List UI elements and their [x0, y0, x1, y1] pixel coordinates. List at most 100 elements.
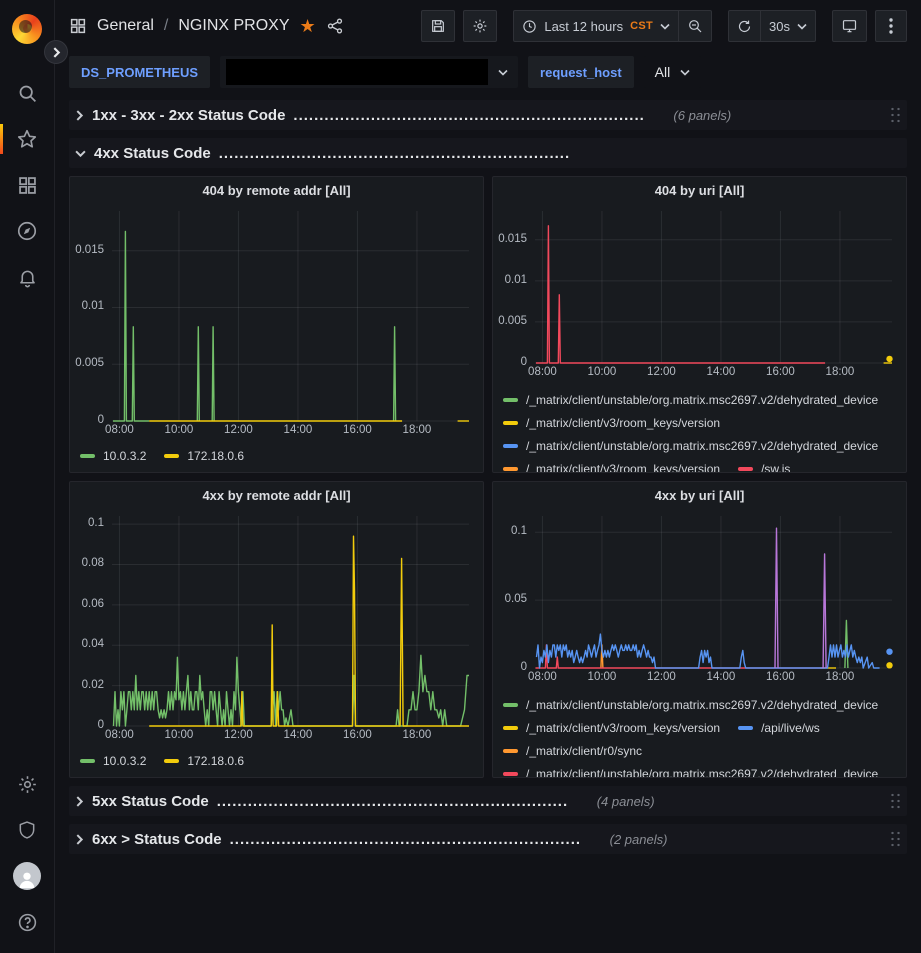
y-axis-tick-label: 0.02	[70, 679, 104, 691]
x-axis-tick-label: 18:00	[816, 366, 864, 378]
dashboard-grid-icon[interactable]	[69, 17, 87, 35]
row-title: 6xx > Status Code	[92, 831, 222, 848]
time-range-picker[interactable]: Last 12 hours CST	[513, 10, 679, 42]
legend-item[interactable]: 172.18.0.6	[164, 446, 244, 466]
row-header-1xx-3xx-2xx[interactable]: 1xx - 3xx - 2xx Status Code ............…	[69, 100, 907, 130]
panel-title[interactable]: 4xx by remote addr [All]	[70, 482, 483, 508]
legend-item[interactable]: /_matrix/client/unstable/org.matrix.msc2…	[503, 388, 878, 411]
chart-canvas	[70, 508, 483, 746]
x-axis-tick-label: 18:00	[816, 671, 864, 683]
row-drag-handle[interactable]	[888, 791, 901, 811]
legend-item[interactable]: /api/live/ws	[738, 716, 820, 739]
panel-404-by-remote-addr: 404 by remote addr [All] 00.0050.010.015…	[69, 176, 484, 473]
tv-mode-button[interactable]	[832, 10, 867, 42]
chevron-down-icon	[680, 69, 690, 76]
legend-item[interactable]: /_matrix/client/v3/room_keys/version	[503, 457, 720, 472]
request-host-variable-label[interactable]: request_host	[528, 56, 634, 88]
legend-item[interactable]: /_matrix/client/unstable/org.matrix.msc2…	[503, 434, 878, 457]
x-axis-tick-label: 10:00	[578, 671, 626, 683]
x-axis-tick-label: 10:00	[155, 729, 203, 741]
dashboard-canvas: 1xx - 3xx - 2xx Status Code ............…	[55, 92, 921, 953]
row-header-5xx[interactable]: 5xx Status Code ........................…	[69, 786, 907, 816]
x-axis-tick-label: 08:00	[95, 424, 143, 436]
bell-icon[interactable]	[0, 254, 55, 300]
gear-icon[interactable]	[0, 761, 55, 807]
row-header-4xx[interactable]: 4xx Status Code ........................…	[69, 138, 907, 168]
dashboard-settings-button[interactable]	[463, 10, 497, 42]
sidebar-bottom	[0, 761, 55, 945]
legend-item[interactable]: /_matrix/client/unstable/org.matrix.msc2…	[503, 693, 878, 716]
monitor-icon	[841, 18, 858, 34]
panel-title[interactable]: 404 by uri [All]	[493, 177, 906, 203]
time-range-controls: Last 12 hours CST	[513, 10, 712, 42]
share-icon[interactable]	[326, 17, 344, 35]
more-options-button[interactable]	[875, 10, 907, 42]
apps-icon[interactable]	[0, 162, 55, 208]
row-title: 5xx Status Code	[92, 793, 209, 810]
gear-icon	[472, 18, 488, 34]
legend-item[interactable]: /_matrix/client/r0/sync	[503, 739, 642, 762]
x-axis-tick-label: 16:00	[756, 671, 804, 683]
time-series-chart[interactable]: 00.050.108:0010:0012:0014:0016:0018:00	[493, 508, 906, 688]
chart-canvas	[493, 508, 906, 688]
kebab-icon	[889, 18, 893, 34]
y-axis-tick-label: 0.005	[493, 315, 527, 327]
sidebar-expand-button[interactable]	[44, 40, 68, 64]
row-title: 1xx - 3xx - 2xx Status Code	[92, 107, 285, 124]
series-name: /_matrix/client/v3/room_keys/version	[526, 721, 720, 735]
refresh-icon	[737, 19, 752, 34]
legend: /_matrix/client/unstable/org.matrix.msc2…	[493, 688, 906, 777]
panel-title[interactable]: 4xx by uri [All]	[493, 482, 906, 508]
dashboard-title[interactable]: NGINX PROXY	[178, 17, 289, 35]
row-drag-handle[interactable]	[888, 829, 901, 849]
shield-icon[interactable]	[0, 807, 55, 853]
x-axis-tick-label: 10:00	[155, 424, 203, 436]
submenu-variables-bar: DS_PROMETHEUS request_host All	[55, 52, 921, 92]
datasource-variable-label[interactable]: DS_PROMETHEUS	[69, 56, 210, 88]
row-leader-dots: ........................................…	[217, 793, 567, 810]
series-name: 172.18.0.6	[187, 449, 244, 463]
panel-title[interactable]: 404 by remote addr [All]	[70, 177, 483, 203]
refresh-button[interactable]	[728, 10, 761, 42]
save-button[interactable]	[421, 10, 455, 42]
avatar[interactable]	[0, 853, 55, 899]
time-series-chart[interactable]: 00.0050.010.01508:0010:0012:0014:0016:00…	[493, 203, 906, 383]
row-leader-dots: ........................................…	[293, 107, 643, 124]
row-panel-count: (4 panels)	[597, 794, 655, 809]
row-drag-handle[interactable]	[888, 105, 901, 125]
legend-item[interactable]: 172.18.0.6	[164, 751, 244, 771]
y-axis-tick-label: 0.1	[493, 525, 527, 537]
compass-icon[interactable]	[0, 208, 55, 254]
active-indicator	[0, 124, 3, 154]
star-icon[interactable]	[0, 116, 55, 162]
legend-item[interactable]: /_matrix/client/v3/room_keys/version	[503, 716, 720, 739]
legend-item[interactable]: 10.0.3.2	[80, 446, 146, 466]
x-axis-tick-label: 12:00	[214, 729, 262, 741]
series-color-swatch	[738, 467, 753, 471]
search-icon[interactable]	[0, 70, 55, 116]
help-icon[interactable]	[0, 899, 55, 945]
time-series-chart[interactable]: 00.0050.010.01508:0010:0012:0014:0016:00…	[70, 203, 483, 441]
legend-item[interactable]: 10.0.3.2	[80, 751, 146, 771]
request-host-variable-dropdown[interactable]: All	[644, 56, 702, 88]
star-filled-icon[interactable]: ★	[300, 17, 316, 35]
refresh-interval-dropdown[interactable]: 30s	[761, 10, 816, 42]
legend: /_matrix/client/unstable/org.matrix.msc2…	[493, 383, 906, 472]
breadcrumb-section[interactable]: General	[97, 17, 154, 35]
row-leader-dots: ........................................…	[219, 145, 569, 162]
datasource-variable-dropdown[interactable]	[220, 56, 518, 88]
panels-grid: 404 by remote addr [All] 00.0050.010.015…	[69, 176, 907, 778]
legend-item[interactable]: /_matrix/client/v3/room_keys/version	[503, 411, 720, 434]
avatar-image	[13, 862, 41, 890]
series-color-swatch	[80, 454, 95, 458]
row-header-6xx[interactable]: 6xx > Status Code ......................…	[69, 824, 907, 854]
grafana-logo[interactable]	[12, 14, 42, 44]
redacted-value	[226, 59, 488, 85]
zoom-out-button[interactable]	[679, 10, 712, 42]
series-name: /_matrix/client/v3/room_keys/version	[526, 462, 720, 473]
x-axis-tick-label: 18:00	[393, 729, 441, 741]
time-series-chart[interactable]: 00.020.040.060.080.108:0010:0012:0014:00…	[70, 508, 483, 746]
sidebar	[0, 0, 55, 953]
legend-item[interactable]: /_matrix/client/unstable/org.matrix.msc2…	[503, 762, 878, 777]
legend-item[interactable]: /sw.js	[738, 457, 790, 472]
